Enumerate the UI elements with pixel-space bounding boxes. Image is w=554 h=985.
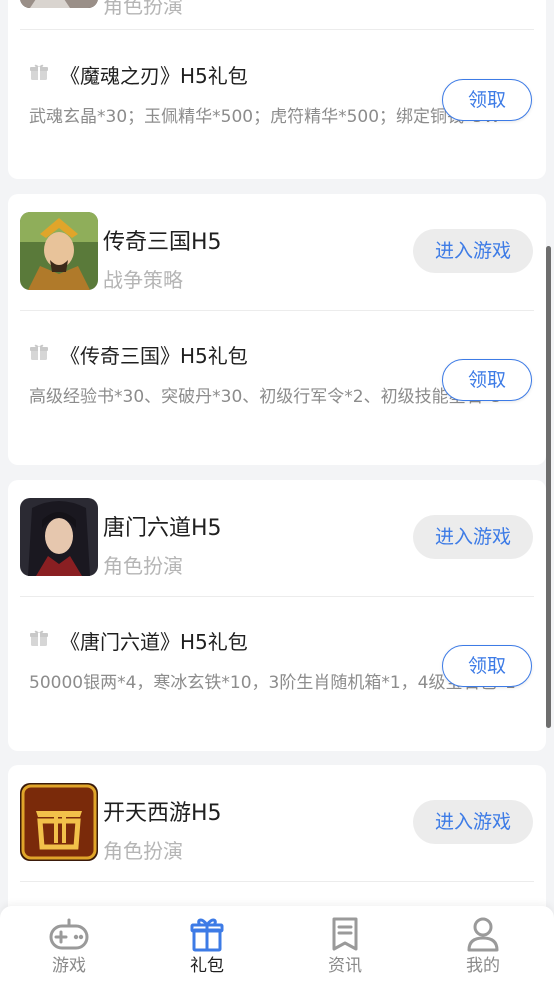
- gift-title: 《唐门六道》H5礼包: [60, 630, 248, 654]
- claim-button[interactable]: 领取: [442, 645, 532, 687]
- tab-me[interactable]: 我的: [414, 906, 552, 985]
- tab-label: 礼包: [190, 956, 224, 976]
- gift-row: 《传奇三国》H5礼包 高级经验书*30、突破丹*30、初级行军令*2、初级技能星…: [8, 310, 546, 460]
- gift-row: 《唐门六道》H5礼包 50000银两*4，寒冰玄铁*10，3阶生肖随机箱*1，4…: [8, 596, 546, 746]
- game-genre: 角色扮演: [103, 839, 183, 863]
- claim-button[interactable]: 领取: [442, 79, 532, 121]
- game-icon-mohun[interactable]: [20, 0, 98, 8]
- gift-title: 《魔魂之刃》H5礼包: [60, 64, 248, 88]
- news-icon: [332, 917, 358, 951]
- bottom-tab-bar: 游戏 礼包 资讯 我的: [0, 906, 554, 985]
- game-genre: 角色扮演: [103, 554, 183, 578]
- enter-game-button[interactable]: 进入游戏: [413, 229, 533, 273]
- game-header: 开天西游H5 角色扮演 进入游戏: [8, 765, 546, 881]
- gift-list-screen: 角色扮演 《魔魂之刃》H5礼包 武魂玄晶*30；玉佩精华*500；虎符精华*50…: [0, 0, 554, 985]
- game-icon-tangmen[interactable]: [20, 498, 98, 576]
- game-icon-kaitian[interactable]: [20, 783, 98, 861]
- game-icon-chuanqi[interactable]: [20, 212, 98, 290]
- tab-news[interactable]: 资讯: [276, 906, 414, 985]
- divider: [20, 881, 534, 882]
- tab-label: 我的: [466, 956, 500, 976]
- tab-games[interactable]: 游戏: [0, 906, 138, 985]
- user-icon: [467, 917, 499, 952]
- gift-small-icon: [29, 342, 49, 362]
- game-genre: 战争策略: [103, 268, 183, 292]
- game-name: 开天西游H5: [103, 801, 222, 826]
- game-name: 传奇三国H5: [103, 230, 222, 255]
- gift-small-icon: [29, 628, 49, 648]
- game-card: 唐门六道H5 角色扮演 进入游戏 《唐门六道》H5礼包 50000银两*4，寒冰…: [8, 480, 546, 751]
- tab-label: 游戏: [52, 956, 86, 976]
- game-header: 传奇三国H5 战争策略 进入游戏: [8, 194, 546, 310]
- gift-row: 《魔魂之刃》H5礼包 武魂玄晶*30；玉佩精华*500；虎符精华*500；绑定铜…: [8, 30, 546, 180]
- game-name: 唐门六道H5: [103, 516, 222, 541]
- enter-game-button[interactable]: 进入游戏: [413, 515, 533, 559]
- tab-label: 资讯: [328, 956, 362, 976]
- claim-button[interactable]: 领取: [442, 359, 532, 401]
- game-header: 唐门六道H5 角色扮演 进入游戏: [8, 480, 546, 596]
- game-card: 角色扮演 《魔魂之刃》H5礼包 武魂玄晶*30；玉佩精华*500；虎符精华*50…: [8, 0, 546, 179]
- enter-game-button[interactable]: 进入游戏: [413, 800, 533, 844]
- tab-gifts[interactable]: 礼包: [138, 906, 276, 985]
- game-genre: 角色扮演: [103, 0, 183, 18]
- gamepad-icon: [49, 918, 89, 950]
- scrollbar[interactable]: [546, 246, 551, 728]
- gift-title: 《传奇三国》H5礼包: [60, 344, 248, 368]
- gift-icon: [190, 918, 224, 952]
- game-card: 传奇三国H5 战争策略 进入游戏 《传奇三国》H5礼包 高级经验书*30、突破丹…: [8, 194, 546, 465]
- gift-small-icon: [29, 62, 49, 82]
